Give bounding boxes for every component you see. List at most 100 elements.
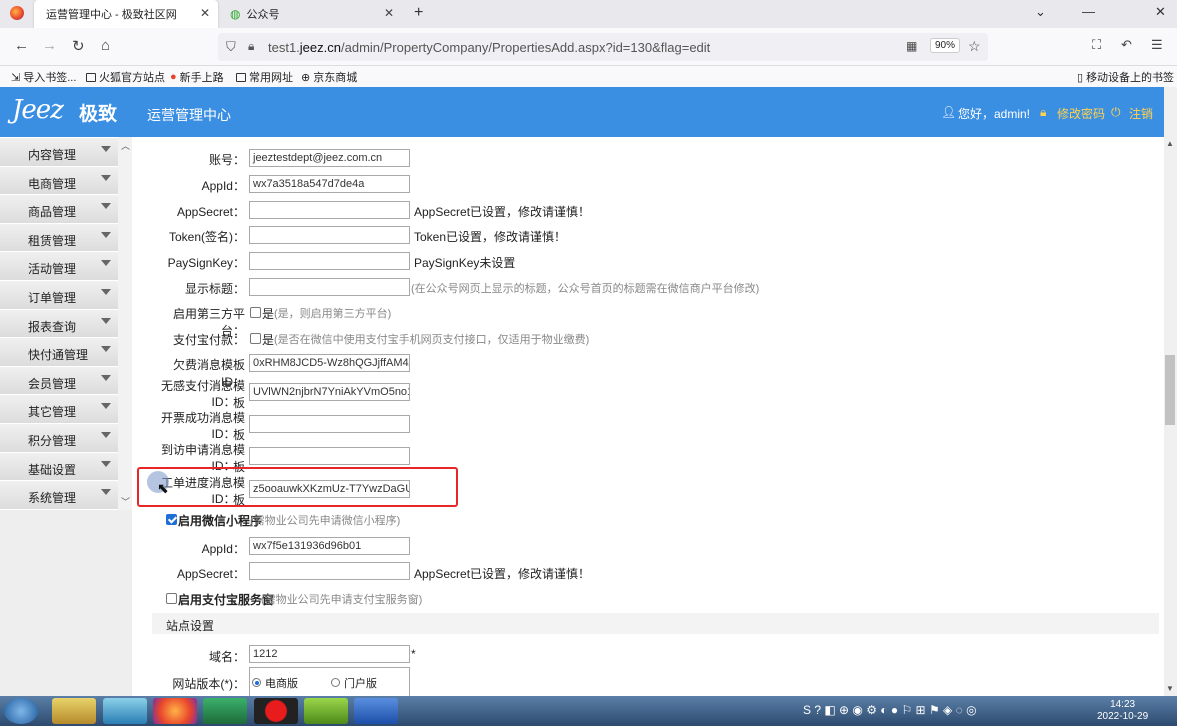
sidebar-item-label: 租赁管理 bbox=[28, 233, 77, 248]
sidebar-item-5[interactable]: 订单管理 bbox=[0, 281, 118, 310]
radio-ecommerce[interactable] bbox=[252, 678, 261, 687]
sidebar-item-9[interactable]: 其它管理 bbox=[0, 395, 118, 424]
paysignkey-input[interactable] bbox=[249, 252, 410, 270]
app-title: 运营管理中心 bbox=[147, 107, 231, 123]
appsecret-input[interactable] bbox=[249, 201, 410, 219]
miniprogram-hint: (需物业公司先申请微信小程序) bbox=[250, 515, 401, 527]
sidebar-item-10[interactable]: 积分管理 bbox=[0, 424, 118, 453]
url-bar[interactable]: ⛉ 🔒︎ test1.jeez.cn/admin/PropertyCompany… bbox=[218, 33, 988, 61]
sidebar-item-label: 活动管理 bbox=[28, 262, 77, 277]
tab-official-account[interactable]: ◍ 公众号 ✕ bbox=[222, 0, 402, 28]
back-icon[interactable]: ← bbox=[14, 37, 29, 54]
android-icon[interactable] bbox=[304, 698, 348, 724]
bookmark-jd[interactable]: ⊕ 京东商城 bbox=[301, 69, 357, 85]
display-title-input[interactable] bbox=[249, 278, 410, 296]
chevron-down-icon bbox=[101, 231, 111, 238]
logout-link[interactable]: 注销 bbox=[1129, 105, 1153, 122]
media-player-icon[interactable] bbox=[103, 698, 147, 724]
sidebar-item-label: 其它管理 bbox=[28, 405, 77, 420]
close-tab-icon[interactable]: ✕ bbox=[200, 6, 210, 20]
system-clock[interactable]: 14:23 2022-10-29 bbox=[1097, 699, 1148, 723]
word-icon[interactable] bbox=[354, 698, 398, 724]
sidebar-item-4[interactable]: 活动管理 bbox=[0, 252, 118, 281]
sidebar-item-1[interactable]: 电商管理 bbox=[0, 166, 118, 196]
globe-icon: ⊕ bbox=[301, 71, 311, 84]
tab-operations-center[interactable]: 运营管理中心 - 极致社区网 ✕ bbox=[34, 0, 218, 28]
sidebar-item-2[interactable]: 商品管理 bbox=[0, 195, 118, 224]
home-icon[interactable]: ⌂ bbox=[101, 37, 110, 54]
bookmark-import[interactable]: ⇲ 导入书签... bbox=[11, 69, 76, 85]
bookmark-common-sites[interactable]: 常用网址 bbox=[236, 69, 293, 85]
menu-icon[interactable]: ☰ bbox=[1151, 37, 1163, 53]
sidebar-item-0[interactable]: 内容管理 bbox=[0, 138, 118, 167]
screenshot-icon[interactable]: ⛶ bbox=[1092, 37, 1101, 53]
sidebar-item-label: 系统管理 bbox=[28, 491, 77, 506]
miniprogram-checkbox[interactable] bbox=[166, 514, 177, 525]
site-version-label: 网站版本(*)： bbox=[172, 677, 245, 691]
alipay-service-checkbox[interactable] bbox=[166, 593, 177, 604]
chevron-down-icon bbox=[101, 174, 111, 181]
reload-icon[interactable]: ↻ bbox=[72, 37, 85, 55]
scroll-up-icon[interactable]: ︿ bbox=[121, 139, 130, 152]
excel-icon[interactable] bbox=[203, 698, 247, 724]
token-label: Token(签名)： bbox=[168, 230, 245, 244]
minimize-icon[interactable]: — bbox=[1082, 4, 1095, 19]
third-party-checkbox[interactable] bbox=[250, 307, 261, 318]
radio-portal[interactable] bbox=[331, 678, 340, 687]
account-input[interactable]: jeeztestdept@jeez.com.cn bbox=[249, 149, 410, 167]
sidebar-item-6[interactable]: 报表查询 bbox=[0, 309, 118, 339]
shield-icon[interactable]: ⛉ bbox=[226, 39, 236, 55]
display-title-hint: (在公众号网页上显示的标题，公众号首页的标题需在微信商户平台修改) bbox=[411, 283, 760, 295]
mp-appid-input[interactable]: wx7f5e131936d96b01 bbox=[249, 537, 410, 555]
file-explorer-icon[interactable] bbox=[52, 698, 96, 724]
scroll-down-icon[interactable]: ▼ bbox=[1166, 684, 1174, 693]
chevron-down-icon bbox=[101, 432, 111, 438]
page-scrollbar-thumb[interactable] bbox=[1165, 355, 1175, 425]
close-tab-icon[interactable]: ✕ bbox=[384, 6, 394, 20]
undo-icon[interactable]: ↶ bbox=[1121, 37, 1132, 53]
sidebar-item-7[interactable]: 快付通管理 bbox=[0, 338, 118, 367]
sidebar-item-3[interactable]: 租赁管理 bbox=[0, 223, 118, 253]
lock-icon[interactable]: 🔒︎ bbox=[248, 39, 254, 54]
domain-input[interactable]: 1212 bbox=[249, 645, 410, 663]
alipay-checkbox[interactable] bbox=[250, 333, 261, 344]
token-input[interactable] bbox=[249, 226, 410, 244]
firefox-taskbar-icon[interactable] bbox=[153, 698, 197, 724]
bookmark-star-icon[interactable]: ☆ bbox=[968, 38, 981, 55]
bookmark-firefox-site[interactable]: 火狐官方站点 bbox=[86, 69, 165, 85]
nopass-template-label-id: ID： bbox=[211, 395, 236, 409]
start-button[interactable] bbox=[4, 698, 38, 724]
nopass-template-input[interactable]: UVlWN2njbrN7YniAkYVmO5no1C2l bbox=[249, 383, 410, 401]
new-tab-icon[interactable]: + bbox=[414, 4, 423, 22]
change-password-link[interactable]: 修改密码 bbox=[1057, 105, 1105, 122]
qr-code-icon[interactable]: ▦ bbox=[906, 39, 917, 53]
alipay-service-label: 启用支付宝服务窗 bbox=[178, 593, 275, 607]
sidebar-item-8[interactable]: 会员管理 bbox=[0, 366, 118, 396]
scroll-up-icon[interactable]: ▲ bbox=[1166, 139, 1174, 148]
sidebar-scrollbar[interactable]: ︿ ﹀ bbox=[118, 137, 132, 510]
recorder-icon[interactable] bbox=[254, 698, 298, 724]
url-text[interactable]: test1.jeez.cn/admin/PropertyCompany/Prop… bbox=[268, 40, 710, 55]
sidebar-empty-area bbox=[0, 510, 132, 696]
power-icon: ⏻ bbox=[1111, 105, 1121, 119]
close-window-icon[interactable]: ✕ bbox=[1155, 4, 1166, 20]
third-party-yes: 是 bbox=[262, 307, 275, 321]
site-version-group: 电商版 门户版 bbox=[249, 667, 410, 696]
list-tabs-icon[interactable]: ⌄ bbox=[1035, 4, 1046, 20]
bookmark-getting-started[interactable]: ● 新手上路 bbox=[170, 69, 224, 85]
invoice-template-input[interactable] bbox=[249, 415, 410, 433]
mp-appsecret-input[interactable] bbox=[249, 562, 410, 580]
visit-template-input[interactable] bbox=[249, 447, 410, 465]
arrears-template-input[interactable]: 0xRHM8JCD5-Wz8hQGJjffAM4AprCv bbox=[249, 354, 410, 372]
clock-time: 14:23 bbox=[1110, 699, 1136, 710]
tray-icons[interactable]: S ? ◧ ⊕ ◉ ⚙ ◐ ● ⚐ ⊞ ⚑ ◈ ◌ ◎ bbox=[803, 703, 977, 717]
zoom-level[interactable]: 90% bbox=[930, 38, 961, 53]
scroll-down-icon[interactable]: ﹀ bbox=[121, 495, 130, 508]
bookmark-mobile[interactable]: ▯ 移动设备上的书签 bbox=[1077, 69, 1174, 85]
chevron-down-icon bbox=[101, 374, 111, 381]
sidebar-item-12[interactable]: 系统管理 bbox=[0, 481, 118, 510]
sidebar-item-11[interactable]: 基础设置 bbox=[0, 452, 118, 482]
appid-input[interactable]: wx7a3518a547d7de4a bbox=[249, 175, 410, 193]
forward-icon[interactable]: → bbox=[42, 37, 57, 54]
sidebar-item-label: 订单管理 bbox=[28, 291, 77, 305]
